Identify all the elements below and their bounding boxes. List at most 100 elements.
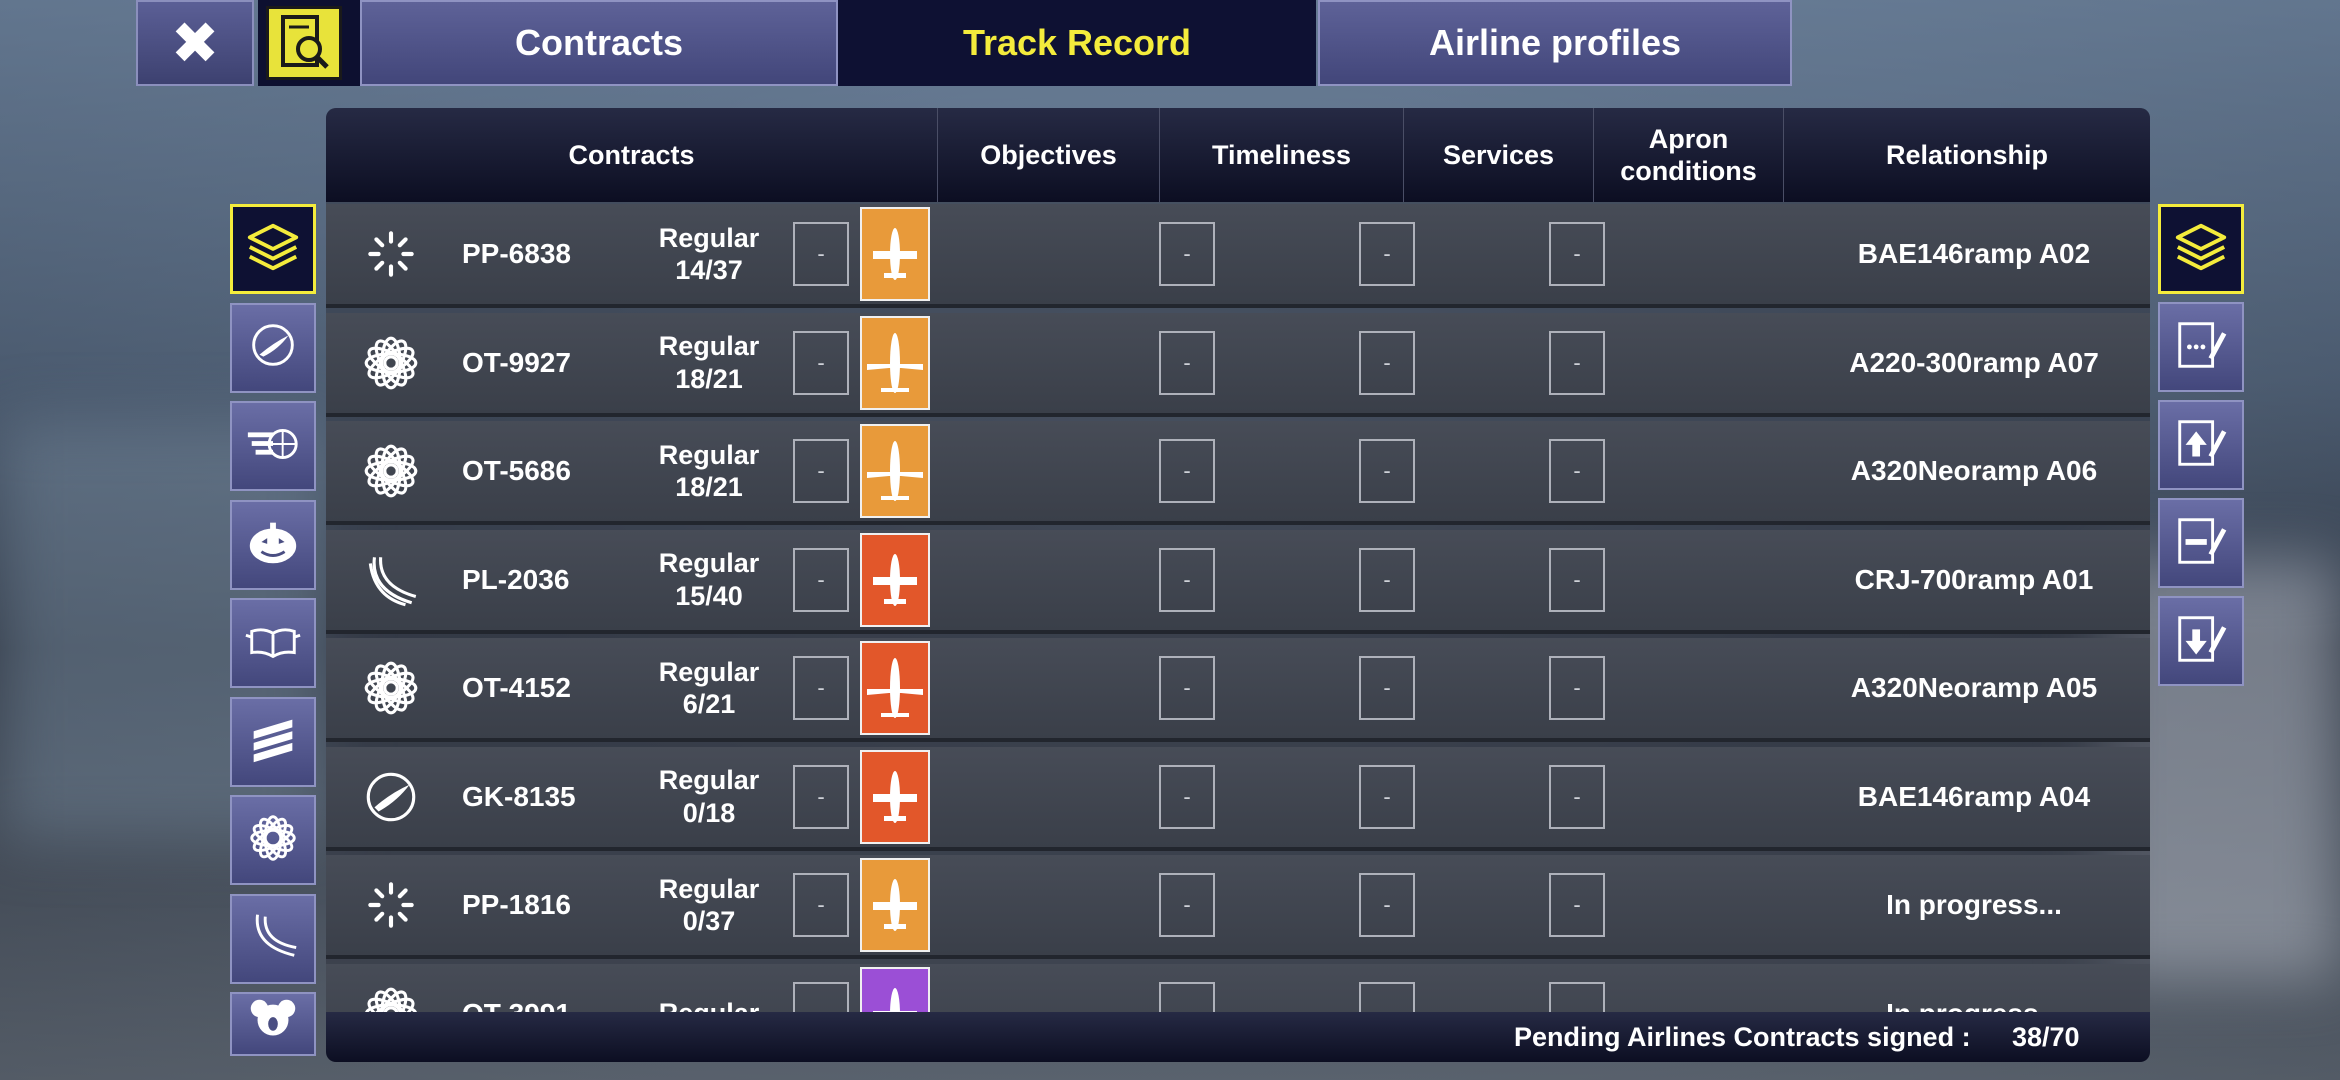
status-filter-layers[interactable] [2158, 204, 2244, 294]
relationship-value: A320Neoramp A05 [1850, 672, 2098, 703]
relationship-value: CRJ-700ramp A01 [1854, 563, 2094, 595]
relationship-value: In progress... [1886, 889, 2062, 920]
table-row[interactable]: PP-1816 Regular 0/37 - - - - In progress… [326, 855, 2150, 959]
filter-button-swoosh[interactable] [230, 893, 316, 984]
header-contracts: Contracts [326, 108, 938, 202]
filter-button-book-wings[interactable] [230, 598, 316, 688]
apron-conditions-status: - [1549, 222, 1605, 286]
timeliness-status: - [1159, 330, 1215, 395]
plane-size-badge [860, 964, 930, 1014]
airline-logo-icon [346, 855, 436, 955]
services-status: - [1359, 330, 1415, 395]
tab-track-record[interactable]: Track Record [838, 0, 1316, 86]
filter-button-globe-wing[interactable] [230, 302, 316, 393]
airline-logo-icon [346, 638, 436, 738]
timeliness-status: - [1159, 547, 1215, 612]
airplane-icon [860, 858, 930, 952]
table-footer: Pending Airlines Contracts signed : 38/7… [326, 1012, 2150, 1062]
airline-logo-icon [346, 964, 436, 1014]
contract-type-label: Regular [658, 439, 760, 470]
services-status: - [1359, 547, 1415, 612]
pending-contracts-value: 38/70 [2012, 1022, 2080, 1052]
table-row[interactable]: PL-2036 Regular 15/40 - - - - CRJ-700ram… [326, 529, 2150, 634]
contract-progress: 0/18 [682, 797, 736, 828]
header-apron-conditions: Apron conditions [1594, 108, 1784, 202]
filter-button-layers[interactable] [230, 204, 316, 294]
objectives-status: - [793, 547, 849, 612]
filter-button-koala[interactable] [230, 992, 316, 1056]
objectives-status: - [793, 222, 849, 286]
layers-icon [244, 218, 302, 281]
filter-button-pumpkin[interactable] [230, 499, 316, 590]
status-filter-contract-pending[interactable] [2158, 302, 2244, 392]
objectives-status: - [793, 656, 849, 720]
table-header: Contracts Objectives Timeliness Services… [326, 108, 2150, 202]
contract-type-label: Regular [658, 873, 760, 904]
objectives-status: - [793, 330, 849, 395]
status-filter-contract-upgrade[interactable] [2158, 400, 2244, 490]
relationship-value: A220-300ramp A07 [1849, 346, 2099, 378]
services-status: - [1359, 222, 1415, 286]
close-button[interactable]: ✖ [136, 0, 254, 86]
airline-logo-icon [346, 313, 436, 413]
services-status: - [1359, 439, 1415, 503]
table-row[interactable]: PP-6838 Regular 14/37 - - - - BAE146ramp… [326, 204, 2150, 308]
services-status: - [1359, 656, 1415, 720]
table-row[interactable]: GK-8135 Regular 0/18 - - - - BAE146ramp … [326, 746, 2150, 851]
contract-type-label: Regular [658, 222, 760, 253]
contracts-table: PP-6838 Regular 14/37 - - - - BAE146ramp… [326, 204, 2150, 1014]
relationship-value: In progress... [1886, 997, 2062, 1015]
contract-type-label: Regular [658, 548, 760, 579]
contract-download-icon [2172, 610, 2230, 673]
airline-logo-icon [346, 421, 436, 521]
services-status: - [1359, 764, 1415, 829]
services-status: - [1359, 981, 1415, 1014]
airline-logo-icon [346, 530, 436, 630]
plane-size-badge [860, 638, 930, 738]
airline-logo-icon [346, 204, 436, 304]
apron-conditions-status: - [1549, 547, 1605, 612]
airplane-icon [860, 315, 930, 410]
plane-size-badge [860, 313, 930, 413]
objectives-status: - [793, 873, 849, 937]
contract-type: Regular 15/40 [644, 530, 774, 630]
book-wings-icon [244, 612, 302, 675]
lotus-icon [244, 809, 302, 872]
table-row[interactable]: OT-4152 Regular 6/21 - - - - A320Neoramp… [326, 638, 2150, 742]
airplane-icon [860, 749, 930, 844]
status-filter-contract-remove[interactable] [2158, 498, 2244, 588]
top-tab-bar: ✖ Contracts Track Record Airline profile… [136, 0, 1792, 88]
filter-button-winged-globe[interactable] [230, 401, 316, 491]
tab-airline-profiles[interactable]: Airline profiles [1318, 0, 1792, 86]
plane-size-badge [860, 530, 930, 630]
filter-button-lotus[interactable] [230, 795, 316, 885]
pumpkin-icon [244, 513, 302, 576]
plane-size-badge [860, 204, 930, 304]
airline-logo-icon [346, 747, 436, 847]
apron-conditions-status: - [1549, 330, 1605, 395]
airplane-icon [860, 966, 930, 1014]
apron-conditions-status: - [1549, 439, 1605, 503]
contract-type: Regular 0/18 [644, 747, 774, 847]
table-row[interactable]: OT-5686 Regular 18/21 - - - - A320Neoram… [326, 421, 2150, 525]
services-status: - [1359, 873, 1415, 937]
globe-wing-icon [244, 316, 302, 379]
table-row[interactable]: OT-3991 Regular - - - - In progress... [326, 963, 2150, 1015]
stripes-icon [244, 710, 302, 773]
contract-pending-icon [2172, 316, 2230, 379]
contract-remove-icon [2172, 512, 2230, 575]
filter-button-stripes[interactable] [230, 696, 316, 787]
tab-contracts[interactable]: Contracts [360, 0, 838, 86]
contract-code: OT-4152 [462, 672, 571, 703]
table-row[interactable]: OT-9927 Regular 18/21 - - - - A220-300ra… [326, 312, 2150, 417]
header-timeliness: Timeliness [1160, 108, 1404, 202]
contract-progress: 6/21 [682, 689, 736, 719]
contract-type: Regular 6/21 [644, 638, 774, 738]
contract-type-label: Regular [658, 765, 760, 796]
swoosh-icon [244, 907, 302, 970]
contract-code: GK-8135 [462, 780, 576, 812]
objectives-status: - [793, 439, 849, 503]
contract-type-label: Regular [658, 656, 760, 687]
status-filter-contract-download[interactable] [2158, 596, 2244, 686]
timeliness-status: - [1159, 981, 1215, 1014]
